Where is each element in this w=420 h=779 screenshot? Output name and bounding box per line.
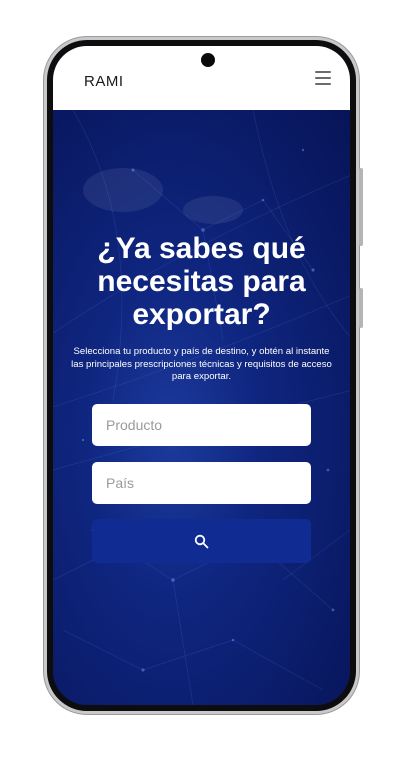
product-input[interactable] [92, 404, 311, 446]
power-button [359, 288, 363, 328]
logo[interactable]: RAMI [84, 73, 124, 90]
hero-section: ¿Ya sabes qué necesitas para exportar? S… [53, 110, 350, 705]
hero-subtitle: Selecciona tu producto y país de destino… [71, 346, 332, 382]
phone-screen: RAMI ¿Ya sabes qué necesitas para export… [53, 46, 350, 705]
search-button[interactable] [92, 519, 311, 563]
country-input[interactable] [92, 462, 311, 504]
volume-button [359, 168, 363, 246]
phone-frame: RAMI ¿Ya sabes qué necesitas para export… [47, 40, 363, 711]
hamburger-menu-icon[interactable] [315, 71, 331, 85]
hero-title: ¿Ya sabes qué necesitas para exportar? [97, 232, 306, 331]
search-icon [194, 534, 209, 549]
front-camera [201, 53, 215, 67]
